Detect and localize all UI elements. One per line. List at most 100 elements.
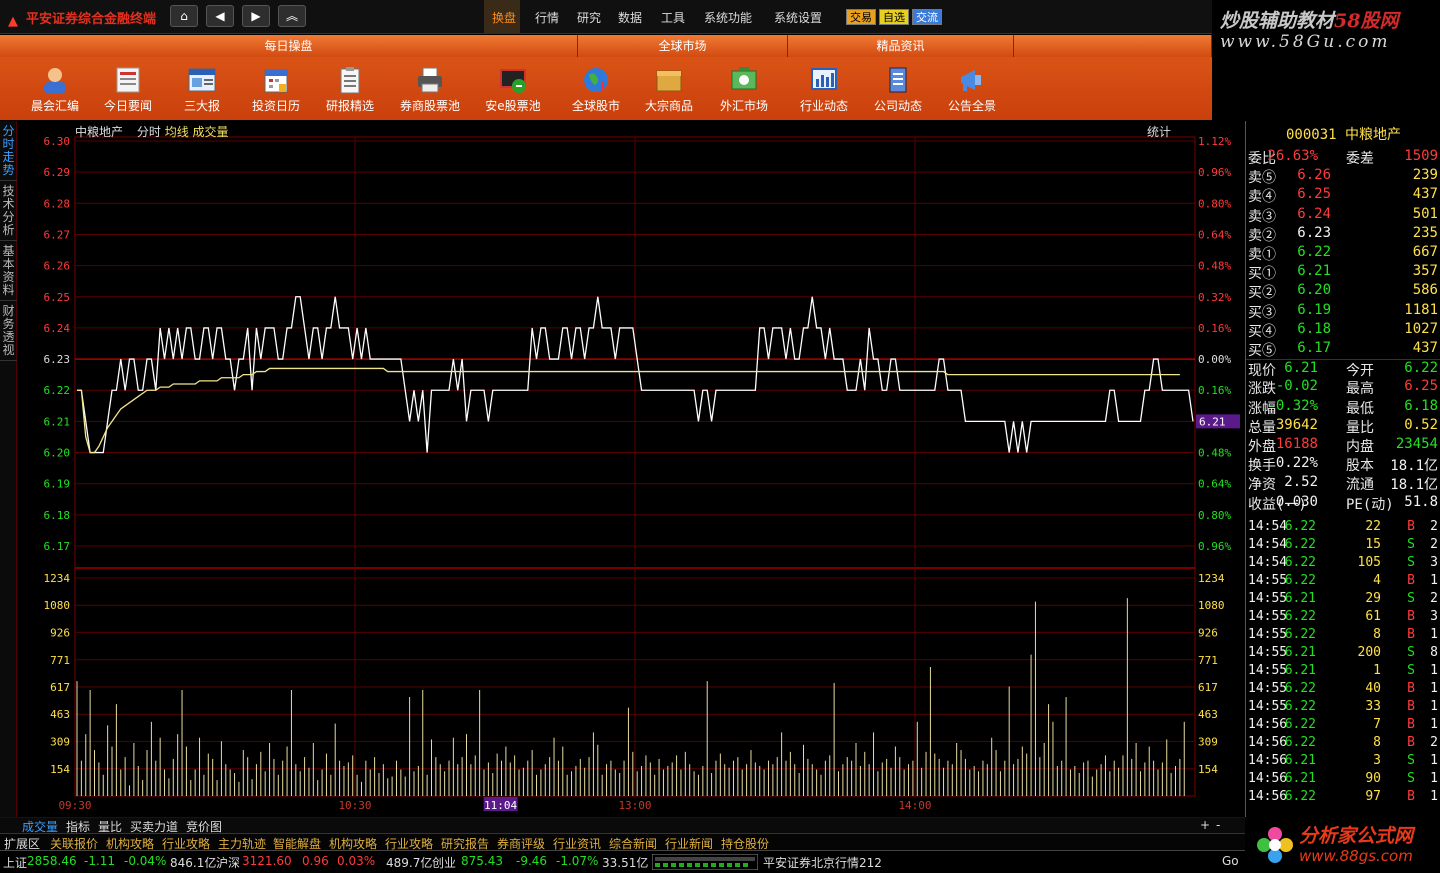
tick-direction: B <box>1407 627 1415 642</box>
volume-tick-label-right: 617 <box>1198 681 1218 694</box>
menu-item-trading[interactable]: 换盘 <box>492 9 516 26</box>
forward-button[interactable]: ▶ <box>242 5 270 27</box>
tick-price: 6.22 <box>1284 735 1316 750</box>
order-price: 6.24 <box>1297 205 1331 222</box>
menu-item-data[interactable]: 数据 <box>618 9 642 26</box>
tab-technical[interactable]: 技术分析 <box>0 183 17 241</box>
tab-intraday[interactable]: 分时走势 <box>0 123 17 181</box>
price-tick-label: 6.26 <box>44 260 71 273</box>
tick-volume: 105 <box>1357 555 1381 570</box>
menu-item-system-settings[interactable]: 系统设置 <box>774 9 822 26</box>
quote-label: 总量 <box>1248 419 1276 436</box>
quote-label-2: 流通 <box>1346 477 1374 494</box>
ribbon-item-ane-pool[interactable]: 安e股票池 <box>476 59 550 119</box>
quote-value: 16188 <box>1275 436 1318 452</box>
quote-label: 买④ <box>1248 323 1276 340</box>
app-window: ▲ 平安证券综合金融终端 ⌂ ◀ ▶ ︽ 换盘 行情 研究 数据 工具 系统功能 … <box>0 0 1440 873</box>
tick-direction: S <box>1407 771 1415 786</box>
collapse-button[interactable]: ︽ <box>278 5 306 27</box>
quote-label: 卖① <box>1248 247 1276 263</box>
time-tick-label: 13:00 <box>618 799 651 812</box>
tick-row: 14:56 6.21 90 S 1 <box>1246 771 1440 789</box>
quote-value-2: 6.18 <box>1404 397 1438 414</box>
quote-row: 外盘 16188 内盘 23454 <box>1246 436 1440 455</box>
ribbon-item-global-stocks[interactable]: 全球股市 <box>559 59 633 119</box>
footer-brand-url: www.88gs.com <box>1299 847 1413 865</box>
cy-amount: 33.51亿 <box>602 856 649 870</box>
news-icon <box>188 68 216 92</box>
tick-time: 14:55 <box>1248 627 1288 642</box>
chat-button[interactable]: 交流 <box>912 9 942 25</box>
quote-label-2: 委差 <box>1346 151 1374 167</box>
quote-row: 卖⑤ 6.26 239 <box>1246 167 1440 186</box>
ribbon-item-research-selection[interactable]: 研报精选 <box>313 59 387 119</box>
quote-value-2: 18.1亿 <box>1390 477 1438 494</box>
signal-meter-icon <box>652 854 758 870</box>
quote-label: 买③ <box>1248 304 1276 321</box>
ribbon-item-three-papers[interactable]: 三大报 <box>165 59 239 119</box>
quote-value: 0.22% <box>1275 455 1318 472</box>
watchlist-button[interactable]: 自选 <box>879 9 909 25</box>
order-price: 6.19 <box>1297 301 1331 318</box>
order-volume: 437 <box>1412 186 1438 203</box>
tick-volume: 8 <box>1373 627 1381 642</box>
quote-row: 涨幅 -0.32% 最低 6.18 <box>1246 398 1440 417</box>
tick-price: 6.22 <box>1284 555 1316 570</box>
chart-header: 中粮地产 分时 均线 成交量 <box>75 123 229 140</box>
tick-direction: S <box>1407 645 1415 660</box>
volume-tick-label: 463 <box>50 708 70 721</box>
sz-amount: 489.7亿 <box>386 856 433 870</box>
order-volume: 501 <box>1412 205 1438 222</box>
app-title: 平安证券综合金融终端 <box>26 12 157 27</box>
menu-item-research[interactable]: 研究 <box>577 9 601 26</box>
menu-item-quotes[interactable]: 行情 <box>535 9 559 26</box>
sz-index-label: 沪深 <box>216 856 241 870</box>
sz-index-change: 0.96 <box>302 854 329 868</box>
ribbon-item-industry-news[interactable]: 行业动态 <box>787 59 861 119</box>
tab-financials[interactable]: 财务透视 <box>0 303 17 361</box>
tick-direction: S <box>1407 663 1415 678</box>
tick-price: 6.22 <box>1284 519 1316 534</box>
quote-label: 卖③ <box>1248 208 1276 225</box>
ribbon-item-investment-calendar[interactable]: 投资日历 <box>239 59 313 119</box>
order-price: 6.23 <box>1297 224 1331 241</box>
tick-row: 14:54 6.22 15 S 2 <box>1246 537 1440 555</box>
tab-fundamentals[interactable]: 基本资料 <box>0 243 17 301</box>
tick-volume: 33 <box>1365 699 1381 714</box>
quote-value-2: 6.22 <box>1404 360 1438 377</box>
tick-direction: B <box>1407 573 1415 588</box>
quote-label: 买① <box>1248 266 1276 283</box>
zoom-out-button[interactable]: - <box>1216 818 1220 832</box>
ribbon-item-commodities[interactable]: 大宗商品 <box>632 59 706 119</box>
price-tick-label: 6.29 <box>44 166 71 179</box>
trade-button[interactable]: 交易 <box>846 9 876 25</box>
stat-button[interactable]: 统计 <box>1147 123 1171 140</box>
pct-tick-label: 0.48% <box>1198 447 1231 460</box>
quote-row: 换手 0.22% 股本 18.1亿 <box>1246 455 1440 474</box>
tick-count: 1 <box>1430 753 1438 768</box>
zoom-in-button[interactable]: + <box>1200 818 1210 832</box>
ribbon-item-announcements[interactable]: 公告全景 <box>935 59 1009 119</box>
tick-volume: 7 <box>1373 717 1381 732</box>
tick-direction: S <box>1407 555 1415 570</box>
intraday-chart[interactable]: 6.30 1.12% 6.29 0.96% 6.28 0.80% 6.27 0.64% 6.26… <box>17 121 1245 817</box>
tick-row: 14:55 6.21 29 S 2 <box>1246 591 1440 609</box>
back-button[interactable]: ◀ <box>206 5 234 27</box>
quote-label: 卖④ <box>1248 189 1276 206</box>
ribbon-item-company-news[interactable]: 公司动态 <box>861 59 935 119</box>
go-button[interactable]: Go <box>1222 854 1239 868</box>
menu-item-tools[interactable]: 工具 <box>661 9 685 26</box>
home-button[interactable]: ⌂ <box>170 5 198 27</box>
ribbon-item-forex[interactable]: 外汇市场 <box>707 59 781 119</box>
tick-volume: 1 <box>1373 663 1381 678</box>
ribbon-item-morning-notes[interactable]: 晨会汇编 <box>18 59 92 119</box>
ribbon-item-today-news[interactable]: 今日要闻 <box>91 59 165 119</box>
tick-row: 14:56 6.22 7 B 1 <box>1246 717 1440 735</box>
quote-label-2: 今开 <box>1346 363 1374 380</box>
quote-row: 买① 6.21 357 <box>1246 263 1440 282</box>
ribbon-item-broker-pool[interactable]: 券商股票池 <box>393 59 467 119</box>
volume-tick-label-right: 1234 <box>1198 572 1225 585</box>
quote-value-2: 23454 <box>1395 436 1438 452</box>
menu-item-system-functions[interactable]: 系统功能 <box>704 9 752 26</box>
price-tick-label: 6.27 <box>44 228 71 241</box>
